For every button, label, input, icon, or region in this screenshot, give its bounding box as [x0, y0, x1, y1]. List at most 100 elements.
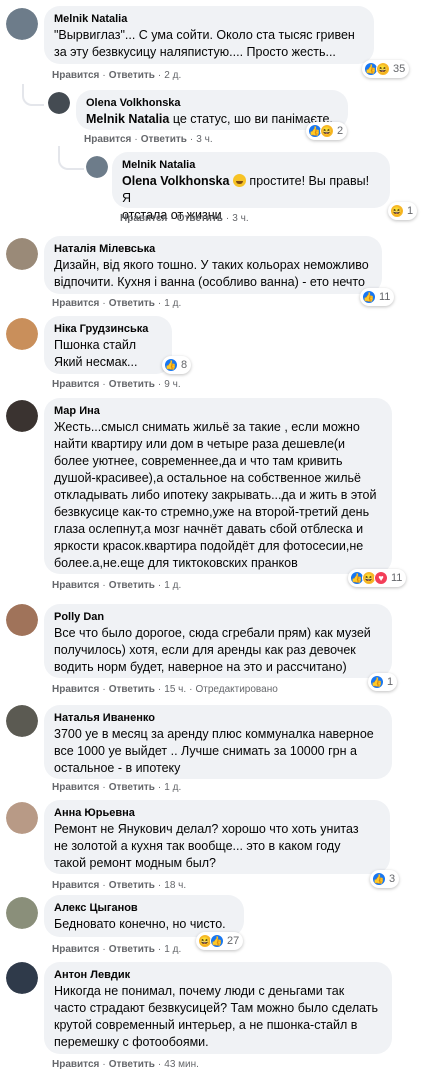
reply-button[interactable]: Ответить	[109, 880, 155, 891]
mention[interactable]: Olena Volkhonska	[122, 174, 229, 188]
like-button[interactable]: Нравится	[52, 70, 99, 81]
avatar[interactable]	[6, 400, 38, 432]
comment-text: Пшонка стайл Який несмак...	[54, 338, 138, 369]
comment-bubble: Olena Volkhonska Melnik Natalia це стату…	[76, 90, 348, 130]
timestamp[interactable]: 18 ч.	[164, 880, 186, 891]
comment-actions: Нравится · Ответить · 1 д.	[52, 944, 182, 955]
author-name[interactable]: Алекс Цыганов	[54, 901, 234, 916]
avatar[interactable]	[6, 897, 38, 929]
author-name[interactable]: Антон Левдик	[54, 968, 382, 983]
author-name[interactable]: Наталья Иваненко	[54, 711, 382, 726]
comment-text: Дизайн, від якого тошно. У таких кольора…	[54, 258, 369, 289]
comment-actions: Нравится · Ответить · 15 ч. · Отредактировано	[52, 684, 278, 695]
avatar[interactable]	[6, 604, 38, 636]
author-name[interactable]: Ніка Грудзинська	[54, 322, 162, 337]
avatar[interactable]	[6, 8, 38, 40]
author-name[interactable]: Мар Ина	[54, 404, 382, 419]
reaction-count[interactable]: 👍 1	[368, 673, 398, 691]
like-icon: 👍	[372, 872, 386, 886]
like-button[interactable]: Нравится	[52, 782, 99, 793]
comment-bubble: Наталія Мілевська Дизайн, від якого тошн…	[44, 236, 382, 294]
comment-actions: Нравится · Ответить · 3 ч.	[120, 213, 249, 224]
timestamp[interactable]: 3 ч.	[232, 213, 248, 224]
comment-bubble: Мар Ина Жесть...смысл снимать жильё за т…	[44, 398, 392, 574]
comment-bubble: Наталья Иваненко 3700 уе в месяц за арен…	[44, 705, 392, 779]
reaction-count[interactable]: 👍 😆 2	[306, 122, 348, 140]
like-button[interactable]: Нравится	[52, 684, 99, 695]
timestamp[interactable]: 9 ч.	[164, 379, 180, 390]
like-button[interactable]: Нравится	[52, 379, 99, 390]
reply-button[interactable]: Ответить	[109, 70, 155, 81]
avatar[interactable]	[6, 802, 38, 834]
comment-text: Ремонт не Янукович делал? хорошо что хот…	[54, 822, 359, 870]
like-button[interactable]: Нравится	[120, 213, 167, 224]
like-button[interactable]: Нравится	[52, 580, 99, 591]
thread-line	[58, 146, 84, 170]
author-name[interactable]: Polly Dan	[54, 610, 382, 625]
comment-text: Бедновато конечно, но чисто.	[54, 917, 226, 931]
comment-actions: Нравится · Ответить · 1 д.	[52, 580, 182, 591]
timestamp[interactable]: 43 мин.	[164, 1059, 199, 1070]
like-icon: 👍	[210, 934, 224, 948]
avatar[interactable]	[86, 156, 108, 178]
reaction-count[interactable]: 😆 1	[388, 202, 418, 220]
reply-button[interactable]: Ответить	[109, 1059, 155, 1070]
comment-actions: Нравится · Ответить · 43 мин.	[52, 1059, 199, 1070]
timestamp[interactable]: 1 д.	[164, 580, 181, 591]
author-name[interactable]: Olena Volkhonska	[86, 96, 338, 111]
comment-text: Все что было дорогое, сюда сгребали прям…	[54, 626, 371, 674]
haha-icon: 😆	[390, 204, 404, 218]
comment-actions: Нравится · Ответить · 1 д.	[52, 298, 182, 309]
avatar[interactable]	[6, 962, 38, 994]
timestamp[interactable]: 1 д.	[164, 782, 181, 793]
comment-bubble: Анна Юрьевна Ремонт не Янукович делал? х…	[44, 800, 390, 874]
timestamp[interactable]: 3 ч.	[196, 134, 212, 145]
haha-icon: 😆	[320, 124, 334, 138]
timestamp[interactable]: 1 д.	[164, 944, 181, 955]
comment-text: "Вырвиглаз"... С ума сойти. Около ста ты…	[54, 28, 355, 59]
like-icon: 👍	[370, 675, 384, 689]
reply-button[interactable]: Ответить	[109, 580, 155, 591]
comment-text: 3700 уе в месяц за аренду плюс коммуналк…	[54, 727, 374, 775]
author-name[interactable]: Melnik Natalia	[54, 12, 364, 27]
reply-button[interactable]: Ответить	[109, 944, 155, 955]
edited-label[interactable]: Отредактировано	[196, 684, 278, 695]
laughing-emoji-icon	[232, 174, 246, 187]
avatar[interactable]	[6, 238, 38, 270]
timestamp[interactable]: 2 д.	[164, 70, 181, 81]
reply-button[interactable]: Ответить	[109, 684, 155, 695]
avatar[interactable]	[48, 92, 70, 114]
reply-button[interactable]: Ответить	[141, 134, 187, 145]
timestamp[interactable]: 1 д.	[164, 298, 181, 309]
comment-text: Melnik Natalia це статус, шо ви панімаєт…	[86, 112, 333, 126]
comment-actions: Нравится · Ответить · 9 ч.	[52, 379, 181, 390]
comment-bubble: Polly Dan Все что было дорогое, сюда сгр…	[44, 604, 392, 678]
like-button[interactable]: Нравится	[52, 944, 99, 955]
like-button[interactable]: Нравится	[52, 880, 99, 891]
comment-text: Жесть...смысл снимать жильё за такие , е…	[54, 420, 377, 570]
timestamp[interactable]: 15 ч.	[164, 684, 186, 695]
reaction-count[interactable]: 👍 😆 35	[362, 60, 410, 78]
reaction-count[interactable]: 👍 8	[162, 356, 192, 374]
avatar[interactable]	[6, 705, 38, 737]
reply-button[interactable]: Ответить	[109, 298, 155, 309]
comment-bubble: Алекс Цыганов Бедновато конечно, но чист…	[44, 895, 244, 937]
reply-button[interactable]: Ответить	[109, 379, 155, 390]
reply-button[interactable]: Ответить	[177, 213, 223, 224]
reply-button[interactable]: Ответить	[109, 782, 155, 793]
reaction-count[interactable]: 👍 11	[360, 288, 395, 306]
author-name[interactable]: Анна Юрьевна	[54, 806, 380, 821]
like-icon: 👍	[164, 358, 178, 372]
reaction-count[interactable]: 👍 3	[370, 870, 400, 888]
reaction-count[interactable]: 😆 👍 27	[196, 932, 244, 950]
haha-icon: 😆	[376, 62, 390, 76]
like-button[interactable]: Нравится	[52, 298, 99, 309]
avatar[interactable]	[6, 318, 38, 350]
like-button[interactable]: Нравится	[52, 1059, 99, 1070]
author-name[interactable]: Melnik Natalia	[122, 158, 380, 173]
love-icon: ♥	[374, 571, 388, 585]
mention[interactable]: Melnik Natalia	[86, 112, 169, 126]
like-button[interactable]: Нравится	[84, 134, 131, 145]
reaction-count[interactable]: 👍 😆 ♥ 11	[348, 569, 407, 587]
author-name[interactable]: Наталія Мілевська	[54, 242, 372, 257]
